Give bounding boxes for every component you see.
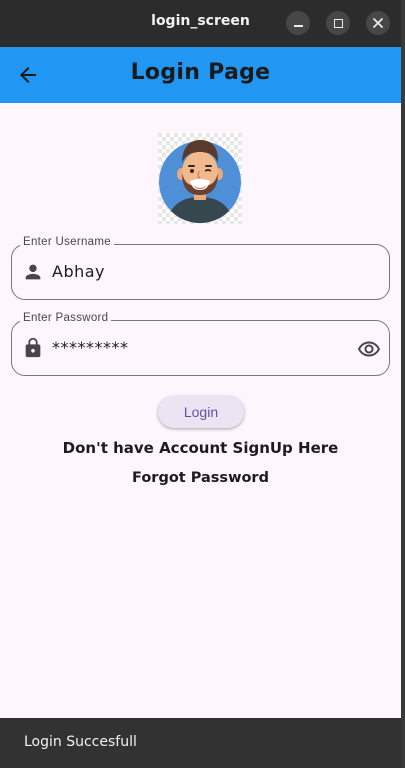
snackbar: Login Succesfull	[0, 718, 401, 768]
password-field[interactable]: Enter Password *********	[11, 312, 390, 376]
username-input[interactable]: Abhay	[52, 262, 105, 281]
avatar	[158, 133, 242, 224]
username-field[interactable]: Enter Username Abhay	[11, 236, 390, 300]
minimize-button[interactable]	[286, 11, 310, 35]
app-bar: Login Page	[0, 47, 401, 103]
app-window: login_screen Login Page Enter Username A…	[0, 0, 401, 768]
signup-link[interactable]: Don't have Account SignUp Here	[0, 439, 401, 457]
password-input[interactable]: *********	[52, 338, 129, 357]
maximize-icon	[333, 18, 343, 28]
snackbar-message: Login Succesfull	[24, 734, 137, 750]
page-title: Login Page	[130, 60, 271, 85]
eye-icon[interactable]	[357, 337, 381, 361]
login-button[interactable]: Login	[158, 396, 244, 428]
background-window-edge	[401, 0, 405, 768]
password-label: Enter Password	[20, 312, 112, 324]
username-label: Enter Username	[20, 236, 114, 248]
maximize-button[interactable]	[326, 11, 350, 35]
forgot-password-link[interactable]: Forgot Password	[0, 470, 401, 486]
lock-icon	[25, 337, 41, 358]
minimize-icon	[293, 25, 303, 27]
close-button[interactable]	[366, 11, 390, 35]
window-titlebar: login_screen	[0, 0, 401, 47]
close-icon	[373, 18, 383, 28]
person-icon	[25, 264, 41, 280]
